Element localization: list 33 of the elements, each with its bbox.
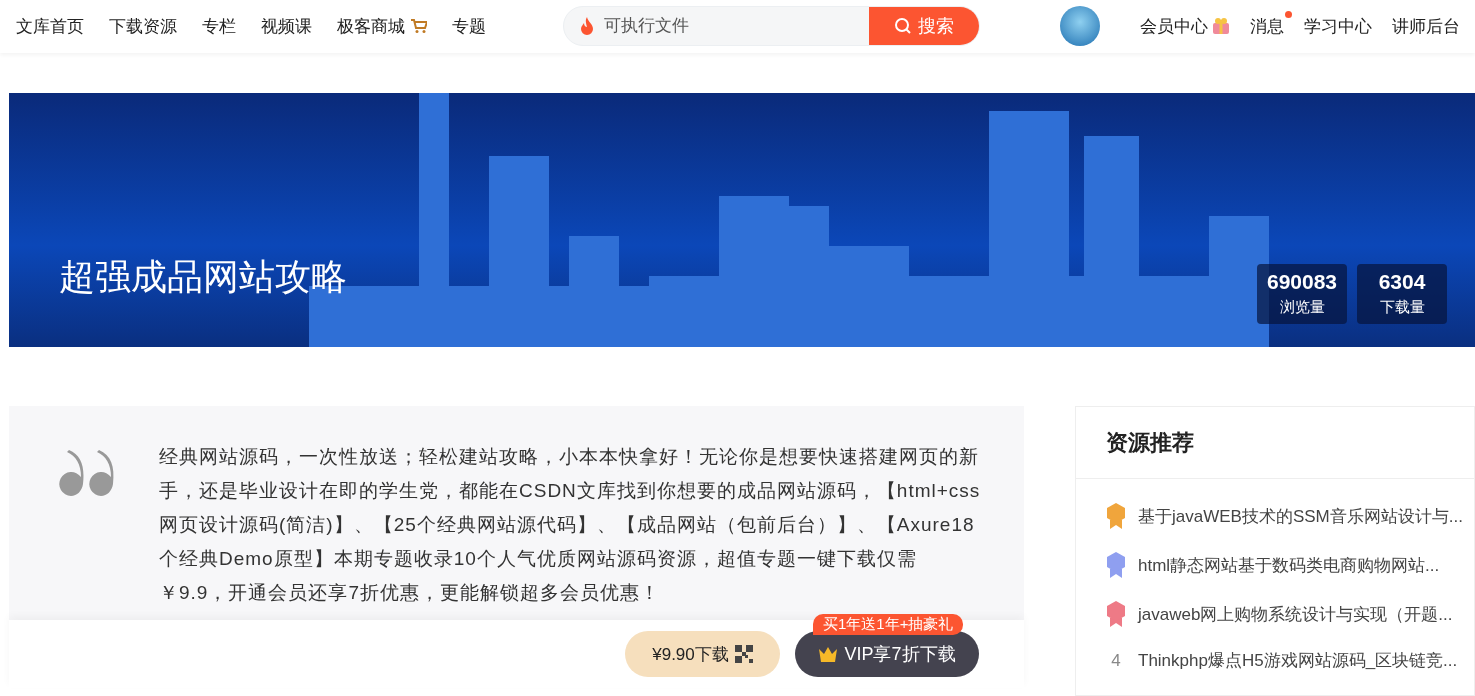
- stat-value: 6304: [1378, 270, 1426, 295]
- user-menu-link[interactable]: 会员中心: [1140, 14, 1230, 38]
- nav-link[interactable]: 下载资源: [109, 14, 177, 38]
- stat-label: 浏览量: [1279, 298, 1325, 318]
- nav-link[interactable]: 视频课: [261, 14, 312, 38]
- quote-icon: [59, 450, 115, 496]
- resource-link[interactable]: 基于javaWEB技术的SSM音乐网站设计与...: [1106, 502, 1474, 530]
- intro-paragraph: 经典网站源码，一次性放送；轻松建站攻略，小本本快拿好！无论你是想要快速搭建网页的新手，还是毕业设计在即的学生党，都能在CSDN文库找到你想要的成品网站源码，【html+css网页设计源码(简洁)】、【25个经典网站源代码】、【成品网站（包前后台）】、【Axure18个经典Demo原型】本期专题收录10个人气优质网站源码资源，超值专题一键下载仅需￥9.9，开通会员还享7折优惠，更能解锁超多会员优惠！: [159, 445, 982, 605]
- panel-title: 资源推荐: [1076, 407, 1474, 479]
- crown-icon: [818, 646, 839, 662]
- nav-link[interactable]: 文库首页: [16, 14, 84, 38]
- user-menu-link[interactable]: 讲师后台: [1392, 14, 1460, 38]
- stat-label: 下载量: [1379, 298, 1425, 318]
- search-icon: [894, 17, 912, 36]
- flame-icon: [580, 17, 594, 36]
- user-menu-link[interactable]: 学习中心: [1304, 14, 1372, 38]
- resource-link[interactable]: html静态网站基于数码类电商购物网站...: [1106, 551, 1474, 579]
- download-button[interactable]: ¥9.90下载: [625, 631, 780, 677]
- nav-link[interactable]: 极客商城: [337, 14, 427, 38]
- cart-icon: [411, 19, 427, 34]
- gift-icon: [1212, 17, 1230, 36]
- nav-link[interactable]: 专题: [452, 14, 486, 38]
- user-menu-link[interactable]: 消息: [1250, 14, 1284, 38]
- stat-value: 690083: [1266, 270, 1338, 295]
- avatar[interactable]: [1060, 6, 1100, 47]
- qr-code-icon: [734, 645, 753, 663]
- nav-link[interactable]: 专栏: [202, 14, 236, 38]
- vip-download-button[interactable]: VIP享7折下载: [795, 631, 979, 677]
- resource-link[interactable]: 4 Thinkphp爆点H5游戏网站源码_区块链竞...: [1106, 649, 1474, 672]
- banner-title: 超强成品网站攻略: [59, 254, 347, 299]
- promo-badge: 买1年送1年+抽豪礼: [813, 614, 964, 635]
- resource-link[interactable]: javaweb网上购物系统设计与实现（开题...: [1106, 600, 1474, 628]
- rank-number: 4: [1110, 650, 1122, 671]
